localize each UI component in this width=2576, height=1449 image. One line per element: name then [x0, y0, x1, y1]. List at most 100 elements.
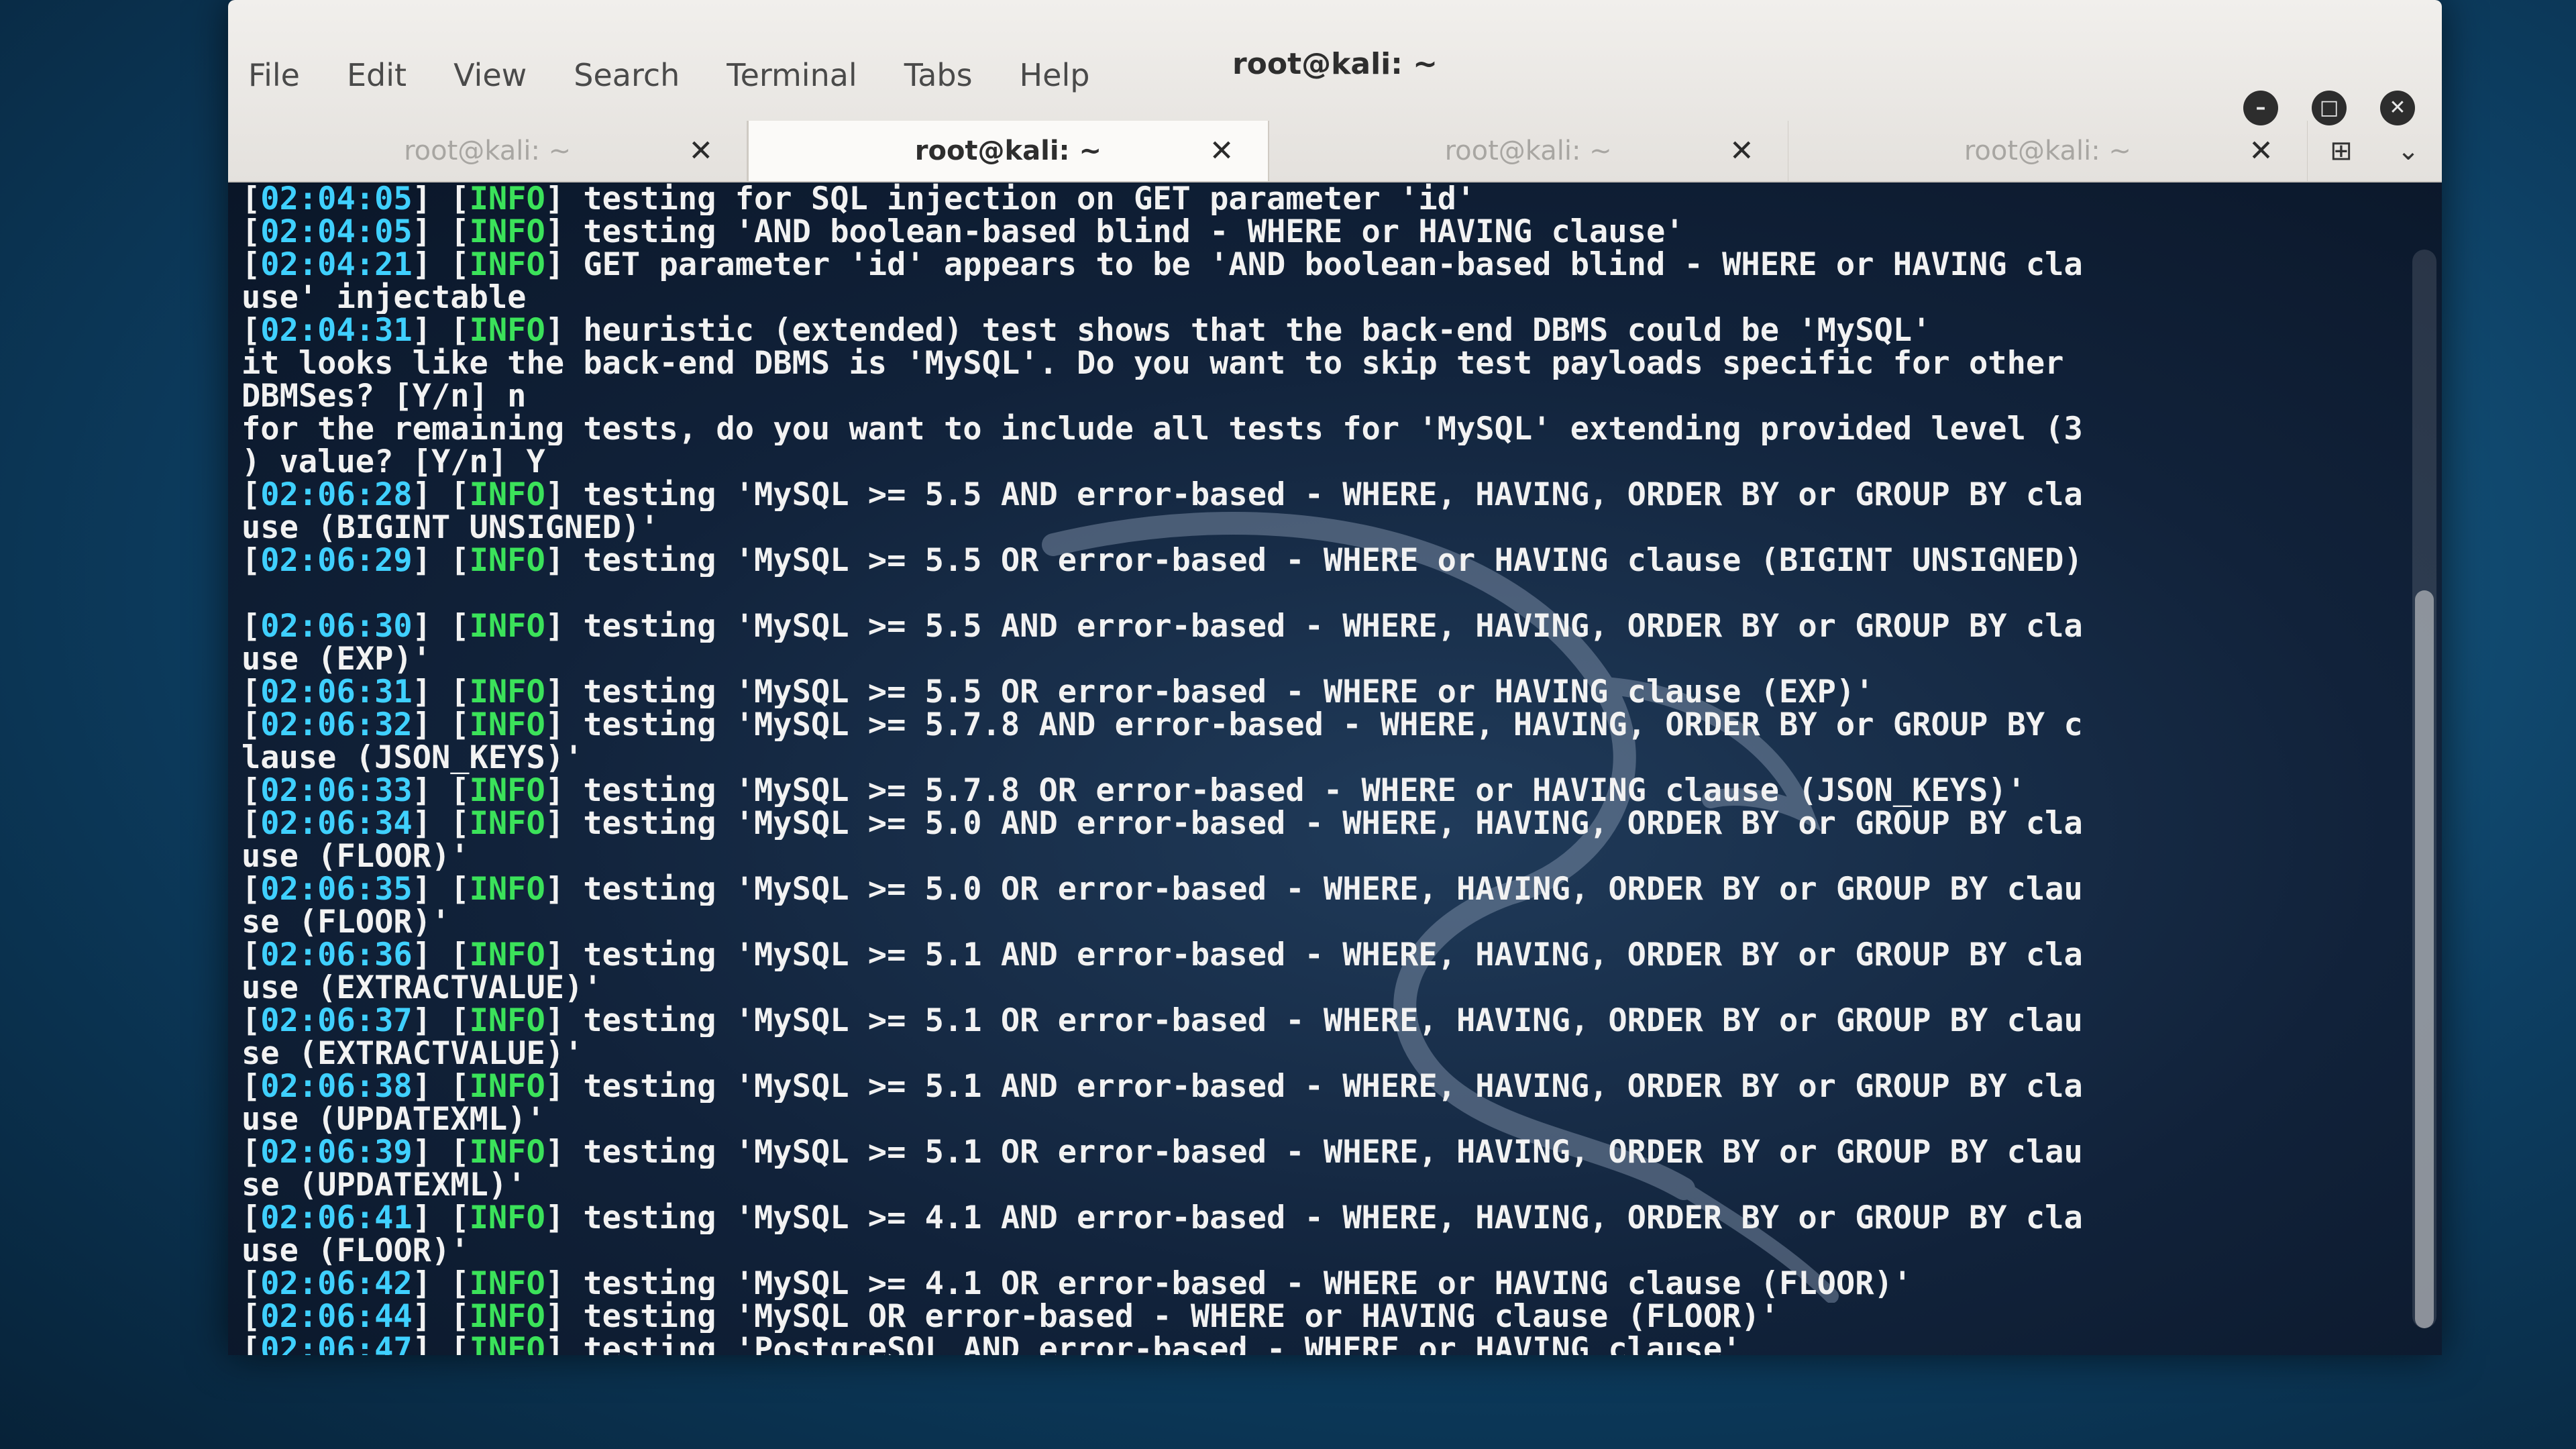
bracket: [	[241, 1333, 261, 1355]
log-level: INFO	[469, 1201, 545, 1234]
log-message: testing 'MySQL >= 5.5 OR error-based - W…	[583, 676, 1874, 708]
bracket: [	[241, 1136, 261, 1169]
window-title: root@kali: ~	[1232, 47, 1438, 81]
log-message: testing 'MySQL >= 5.7.8 OR error-based -…	[583, 774, 2026, 807]
log-level: INFO	[469, 774, 545, 807]
bracket: ] [	[412, 1333, 470, 1355]
bracket: ] [	[412, 807, 470, 840]
bracket: ]	[545, 807, 584, 840]
log-timestamp: 02:06:32	[260, 708, 413, 741]
log-level: INFO	[469, 610, 545, 643]
bracket: ]	[545, 873, 584, 906]
terminal-line: [02:06:41] [INFO] testing 'MySQL >= 4.1 …	[241, 1201, 2402, 1234]
tab-close-icon[interactable]: ✕	[1729, 134, 1754, 168]
bracket: [	[241, 774, 261, 807]
tab-4[interactable]: root@kali: ~ ✕	[1788, 121, 2308, 181]
bracket: ] [	[412, 610, 470, 643]
log-timestamp: 02:06:29	[260, 544, 413, 577]
bracket: [	[241, 873, 261, 906]
log-timestamp: 02:06:38	[260, 1070, 413, 1103]
log-timestamp: 02:06:41	[260, 1201, 413, 1234]
bracket: [	[241, 478, 261, 511]
terminal-line: [02:06:38] [INFO] testing 'MySQL >= 5.1 …	[241, 1070, 2402, 1103]
tab-label: root@kali: ~	[404, 136, 572, 166]
log-message: testing 'PostgreSQL AND error-based - WH…	[583, 1333, 1741, 1355]
log-level: INFO	[469, 314, 545, 347]
log-message: GET parameter 'id' appears to be 'AND bo…	[583, 248, 2083, 281]
terminal-line: use (EXTRACTVALUE)'	[241, 971, 602, 1004]
terminal-line: [02:06:35] [INFO] testing 'MySQL >= 5.0 …	[241, 873, 2402, 906]
log-level: INFO	[469, 807, 545, 840]
bracket: [	[241, 938, 261, 971]
log-message: testing 'MySQL >= 4.1 OR error-based - W…	[583, 1267, 1913, 1300]
bracket: ]	[545, 544, 584, 577]
log-timestamp: 02:04:21	[260, 248, 413, 281]
bracket: [	[241, 708, 261, 741]
bracket: ]	[545, 478, 584, 511]
bracket: ] [	[412, 1267, 470, 1300]
tab-tools: ⊞ ⌄	[2308, 121, 2442, 181]
terminal-line: [02:06:39] [INFO] testing 'MySQL >= 5.1 …	[241, 1136, 2402, 1169]
terminal-line: [02:04:05] [INFO] testing 'AND boolean-b…	[241, 215, 2402, 248]
bracket: [	[241, 676, 261, 708]
terminal-line: lause (JSON_KEYS)'	[241, 741, 584, 774]
bracket: ] [	[412, 182, 470, 215]
terminal-line: [02:04:21] [INFO] GET parameter 'id' app…	[241, 248, 2402, 281]
terminal-window: File Edit View Search Terminal Tabs Help…	[228, 0, 2442, 1355]
terminal-line: [02:06:32] [INFO] testing 'MySQL >= 5.7.…	[241, 708, 2402, 741]
terminal-line: se (UPDATEXML)'	[241, 1169, 527, 1201]
terminal-line: it looks like the back-end DBMS is 'MySQ…	[241, 347, 2064, 380]
log-level: INFO	[469, 1267, 545, 1300]
log-timestamp: 02:06:36	[260, 938, 413, 971]
terminal-line: [02:06:33] [INFO] testing 'MySQL >= 5.7.…	[241, 774, 2402, 807]
log-level: INFO	[469, 1070, 545, 1103]
chevron-down-icon[interactable]: ⌄	[2397, 136, 2420, 166]
terminal-line: [02:06:44] [INFO] testing 'MySQL OR erro…	[241, 1300, 2402, 1333]
tab-close-icon[interactable]: ✕	[2249, 134, 2273, 168]
log-message: testing 'MySQL OR error-based - WHERE or…	[583, 1300, 1780, 1333]
log-timestamp: 02:06:35	[260, 873, 413, 906]
scrollbar[interactable]	[2412, 250, 2436, 1328]
terminal-line: [02:06:28] [INFO] testing 'MySQL >= 5.5 …	[241, 478, 2402, 511]
bracket: ] [	[412, 248, 470, 281]
log-message: testing 'MySQL >= 5.5 OR error-based - W…	[583, 544, 2083, 577]
tab-2-active[interactable]: root@kali: ~ ✕	[747, 121, 1269, 181]
terminal-line: use' injectable	[241, 281, 527, 314]
new-tab-icon[interactable]: ⊞	[2330, 136, 2353, 166]
log-timestamp: 02:06:44	[260, 1300, 413, 1333]
scrollbar-thumb[interactable]	[2415, 590, 2434, 1328]
log-level: INFO	[469, 1333, 545, 1355]
log-level: INFO	[469, 708, 545, 741]
log-message: testing 'MySQL >= 5.1 AND error-based - …	[583, 1070, 2083, 1103]
log-timestamp: 02:04:31	[260, 314, 413, 347]
log-level: INFO	[469, 248, 545, 281]
tab-close-icon[interactable]: ✕	[1210, 134, 1234, 168]
log-level: INFO	[469, 1300, 545, 1333]
terminal-output[interactable]: [02:04:05] [INFO] testing for SQL inject…	[228, 182, 2442, 1355]
bracket: ] [	[412, 1070, 470, 1103]
log-message: testing 'MySQL >= 5.5 AND error-based - …	[583, 610, 2083, 643]
log-timestamp: 02:06:28	[260, 478, 413, 511]
terminal-lines: [02:04:05] [INFO] testing for SQL inject…	[241, 182, 2402, 1355]
log-message: testing 'MySQL >= 4.1 AND error-based - …	[583, 1201, 2083, 1234]
log-level: INFO	[469, 544, 545, 577]
bracket: ]	[545, 938, 584, 971]
terminal-line: use (UPDATEXML)'	[241, 1103, 545, 1136]
bracket: [	[241, 1300, 261, 1333]
log-message: testing 'MySQL >= 5.1 OR error-based - W…	[583, 1004, 2083, 1037]
log-message: testing 'MySQL >= 5.5 AND error-based - …	[583, 478, 2083, 511]
terminal-line: ) value? [Y/n] Y	[241, 445, 545, 478]
tab-close-icon[interactable]: ✕	[688, 134, 713, 168]
bracket: ] [	[412, 1201, 470, 1234]
bracket: [	[241, 807, 261, 840]
tab-1[interactable]: root@kali: ~ ✕	[228, 121, 748, 181]
tab-3[interactable]: root@kali: ~ ✕	[1269, 121, 1788, 181]
terminal-line: [02:06:36] [INFO] testing 'MySQL >= 5.1 …	[241, 938, 2402, 971]
bracket: ]	[545, 774, 584, 807]
bracket: ]	[545, 1004, 584, 1037]
bracket: ]	[545, 610, 584, 643]
terminal-line: [02:06:34] [INFO] testing 'MySQL >= 5.0 …	[241, 807, 2402, 840]
terminal-line: DBMSes? [Y/n] n	[241, 380, 527, 413]
log-timestamp: 02:06:37	[260, 1004, 413, 1037]
